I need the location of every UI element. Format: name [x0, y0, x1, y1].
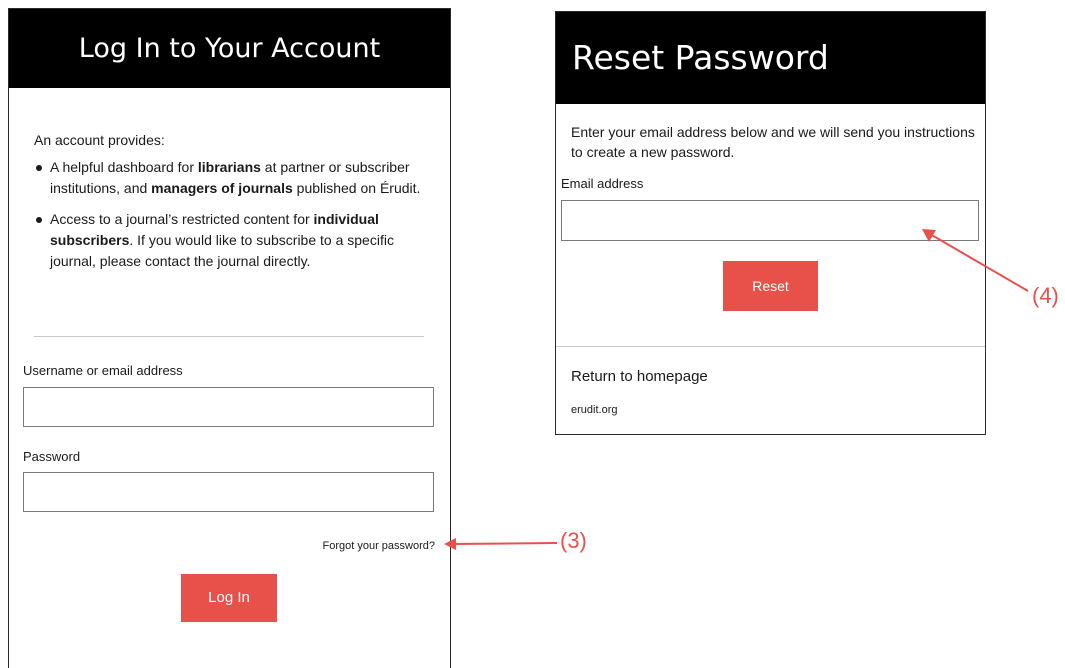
divider: [34, 336, 424, 337]
username-label: Username or email address: [23, 363, 183, 378]
list-item: Access to a journal’s restricted content…: [34, 209, 424, 272]
reset-instructions: Enter your email address below and we wi…: [571, 124, 975, 160]
password-label: Password: [23, 449, 81, 464]
login-panel: Log In to Your Account An account provid…: [8, 8, 451, 668]
benefit-emphasis: librarians: [197, 159, 261, 175]
login-title: Log In to Your Account: [9, 9, 450, 88]
password-input[interactable]: [23, 472, 434, 512]
divider: [556, 346, 985, 347]
benefit-text: A helpful dashboard for: [50, 159, 198, 175]
forgot-password-link[interactable]: Forgot your password?: [323, 540, 436, 552]
email-input[interactable]: [561, 200, 979, 241]
site-link[interactable]: erudit.org: [571, 404, 617, 416]
email-label: Email address: [561, 176, 644, 191]
benefit-text: Access to a journal’s restricted content…: [50, 211, 314, 227]
callout-4-label: (4): [1032, 283, 1059, 308]
reset-button[interactable]: Reset: [723, 261, 818, 311]
arrow-3: [444, 538, 558, 550]
username-input[interactable]: [23, 387, 434, 427]
list-item: A helpful dashboard for librarians at pa…: [34, 157, 424, 199]
reset-title: Reset Password: [556, 12, 985, 104]
benefit-text: published on Érudit.: [292, 180, 421, 196]
account-intro: An account provides:: [34, 132, 165, 148]
callout-3-label: (3): [560, 528, 587, 553]
reset-panel: Reset Password Enter your email address …: [555, 11, 986, 435]
benefit-emphasis: managers of journals: [151, 180, 293, 196]
return-homepage-link[interactable]: Return to homepage: [571, 368, 708, 385]
benefits-list: A helpful dashboard for librarians at pa…: [34, 157, 424, 282]
login-button[interactable]: Log In: [181, 574, 277, 622]
